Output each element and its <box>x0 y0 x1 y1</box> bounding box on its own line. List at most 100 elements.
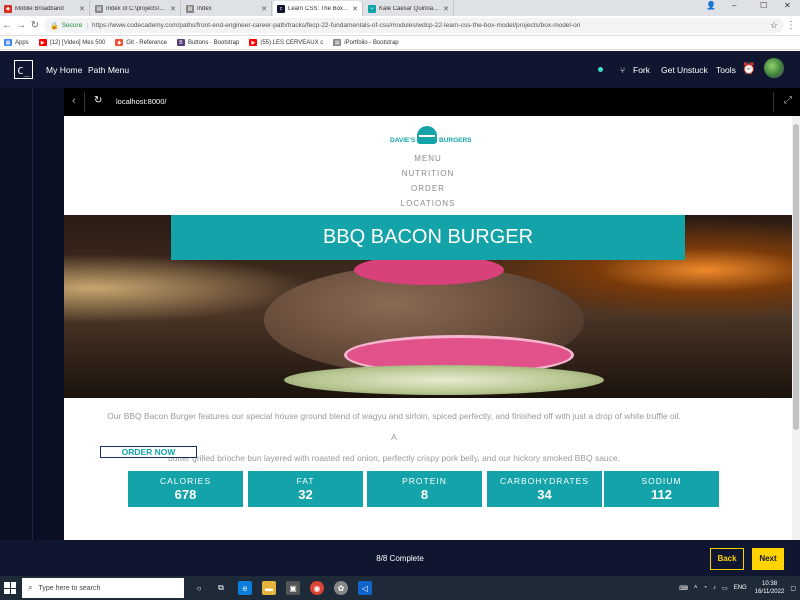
file-explorer-icon[interactable]: ▬ <box>262 581 276 595</box>
new-tab-button[interactable] <box>455 1 469 16</box>
preview-page: DAVIE'S BURGERS MENU NUTRITION ORDER LOC… <box>64 116 792 540</box>
divider <box>84 92 85 112</box>
preview-browser-bar: ‹ ↻ localhost:8000/ ⤢ <box>64 88 800 116</box>
path-menu-link[interactable]: Path Menu <box>88 65 129 75</box>
speaker-icon[interactable]: ♪ <box>713 585 716 591</box>
chevron-left-icon[interactable]: ‹ <box>72 95 76 107</box>
browser-tab-strip: ◆ Mobile Broadband ✕ ▤ Index of C:\proje… <box>0 0 800 16</box>
nav-order[interactable]: ORDER <box>64 184 792 193</box>
windows-start-icon[interactable] <box>4 582 16 594</box>
reload-icon[interactable]: ↻ <box>28 20 42 31</box>
codecademy-header: C_ My Home Path Menu ⑂ Fork Get Unstuck … <box>0 51 800 88</box>
logo-text-right: BURGERS <box>439 137 472 144</box>
maximize-button[interactable]: ☐ <box>760 1 767 10</box>
language-indicator[interactable]: ENG <box>734 585 747 591</box>
expand-icon[interactable]: ⤢ <box>784 95 792 106</box>
minimize-button[interactable]: – <box>732 1 736 10</box>
nav-nutrition[interactable]: NUTRITION <box>64 169 792 178</box>
bookmark-apps[interactable]: ▦ Apps <box>4 39 29 46</box>
get-unstuck-button[interactable]: Get Unstuck <box>661 65 708 75</box>
chevron-up-icon[interactable]: ˄ <box>694 585 698 591</box>
bookmark-item[interactable]: B Buttons · Bootstrap <box>176 39 239 46</box>
keyboard-icon[interactable]: ⌨ <box>679 585 688 592</box>
url-input[interactable]: 🔒 Secure | https://www.codecademy.com/pa… <box>44 18 784 33</box>
url-text: https://www.codecademy.com/paths/front-e… <box>92 22 581 29</box>
browser-tab[interactable]: ▤ Index of C:\projects\Port ✕ <box>91 1 181 16</box>
chrome-icon[interactable]: ◉ <box>310 581 324 595</box>
preview-url[interactable]: localhost:8000/ <box>116 97 166 106</box>
bookmark-item[interactable]: ◆ Git - Reference <box>115 39 167 46</box>
progress-text: 8/8 Complete <box>376 554 424 563</box>
notification-icon[interactable]: ▢ <box>790 585 796 592</box>
tab-label: Kale Caesar Quinoa Sala <box>379 5 441 12</box>
fork-icon[interactable]: ⑂ <box>620 65 625 75</box>
fork-button[interactable]: Fork <box>633 65 650 75</box>
back-button[interactable]: Back <box>710 548 744 570</box>
browser-tab-active[interactable]: c Learn CSS: The Box Mod ✕ <box>273 1 363 16</box>
scrollbar-thumb[interactable] <box>793 124 799 430</box>
tab-label: Mobile Broadband <box>15 5 64 12</box>
codecademy-favicon: c <box>277 4 285 13</box>
close-icon[interactable]: ✕ <box>352 5 358 13</box>
bookmark-item[interactable]: ▶ (12) [Video] Mes 500 <box>38 39 105 46</box>
page-favicon: • <box>368 4 376 13</box>
youtube-icon: ▶ <box>249 39 258 46</box>
codecademy-logo[interactable]: C_ <box>14 60 33 79</box>
next-button[interactable]: Next <box>752 548 784 570</box>
bookmark-item[interactable]: ▶ (55) LES CERVEAUX c <box>249 39 323 46</box>
more-menu-icon[interactable]: ⋮ <box>786 20 796 31</box>
vscode-icon[interactable]: ◁ <box>358 581 372 595</box>
mobile-broadband-favicon: ◆ <box>4 4 12 13</box>
address-bar-row: ← → ↻ 🔒 Secure | https://www.codecademy.… <box>0 16 800 36</box>
task-view-icon[interactable]: ○ <box>192 581 206 595</box>
divider <box>32 88 33 540</box>
divider <box>773 92 774 112</box>
store-icon[interactable]: ▣ <box>286 581 300 595</box>
tab-label: Index <box>197 5 212 12</box>
tab-label: Learn CSS: The Box Mod <box>288 5 350 12</box>
edge-icon[interactable]: e <box>238 581 252 595</box>
bookmark-item[interactable]: ▤ iPortfolio - Bootstrap <box>333 39 399 46</box>
page-icon: ▤ <box>333 39 342 46</box>
apps-grid-icon: ▦ <box>4 39 12 46</box>
taskbar-search-input[interactable]: ⌕ Type here to search <box>22 578 184 598</box>
hero-title: BBQ BACON BURGER <box>171 215 685 260</box>
forward-arrow-icon[interactable]: → <box>14 20 28 31</box>
profile-icon[interactable]: 👤 <box>706 1 716 10</box>
youtube-icon: ▶ <box>38 39 47 46</box>
reload-icon[interactable]: ↻ <box>94 95 102 106</box>
star-icon[interactable]: ☆ <box>770 20 778 31</box>
task-view-icon[interactable]: ⧉ <box>214 581 228 595</box>
nutrition-label: FAT <box>296 476 315 486</box>
nutrition-value: 678 <box>174 487 197 502</box>
my-home-link[interactable]: My Home <box>46 65 82 75</box>
browser-tab[interactable]: ◆ Mobile Broadband ✕ <box>0 1 90 16</box>
nutrition-label: PROTEIN <box>402 476 447 486</box>
nutrition-value: 34 <box>537 487 552 502</box>
back-arrow-icon[interactable]: ← <box>0 20 14 31</box>
network-icon[interactable]: ◔ <box>703 585 707 591</box>
browser-tab[interactable]: ▤ Index ✕ <box>182 1 272 16</box>
tab-label: Index of C:\projects\Port <box>106 5 168 12</box>
taskbar-clock[interactable]: 10:38 16/11/2022 <box>755 580 785 596</box>
app-icon[interactable]: ✿ <box>334 581 348 595</box>
close-icon[interactable]: ✕ <box>170 5 176 13</box>
close-window-button[interactable]: ✕ <box>784 1 791 10</box>
avatar[interactable] <box>764 58 784 78</box>
close-icon[interactable]: ✕ <box>261 5 267 13</box>
description-line: Our BBQ Bacon Burger features our specia… <box>107 411 681 442</box>
battery-icon[interactable]: ▭ <box>722 585 728 592</box>
close-icon[interactable]: ✕ <box>443 5 449 13</box>
logo-text-left: DAVIE'S <box>390 137 416 144</box>
alarm-clock-icon[interactable]: ⏰ <box>742 62 756 75</box>
browser-tab[interactable]: • Kale Caesar Quinoa Sala ✕ <box>364 1 454 16</box>
nav-menu[interactable]: MENU <box>64 154 792 163</box>
burger-description: Our BBQ Bacon Burger features our specia… <box>104 406 684 469</box>
order-now-button[interactable]: ORDER NOW <box>100 446 197 458</box>
davies-burgers-logo[interactable]: DAVIE'S BURGERS <box>390 124 472 150</box>
close-icon[interactable]: ✕ <box>79 5 85 13</box>
tools-button[interactable]: Tools <box>716 65 736 75</box>
nav-locations[interactable]: LOCATIONS <box>64 199 792 208</box>
nutrition-value: 8 <box>420 487 429 502</box>
separator: | <box>86 22 89 29</box>
